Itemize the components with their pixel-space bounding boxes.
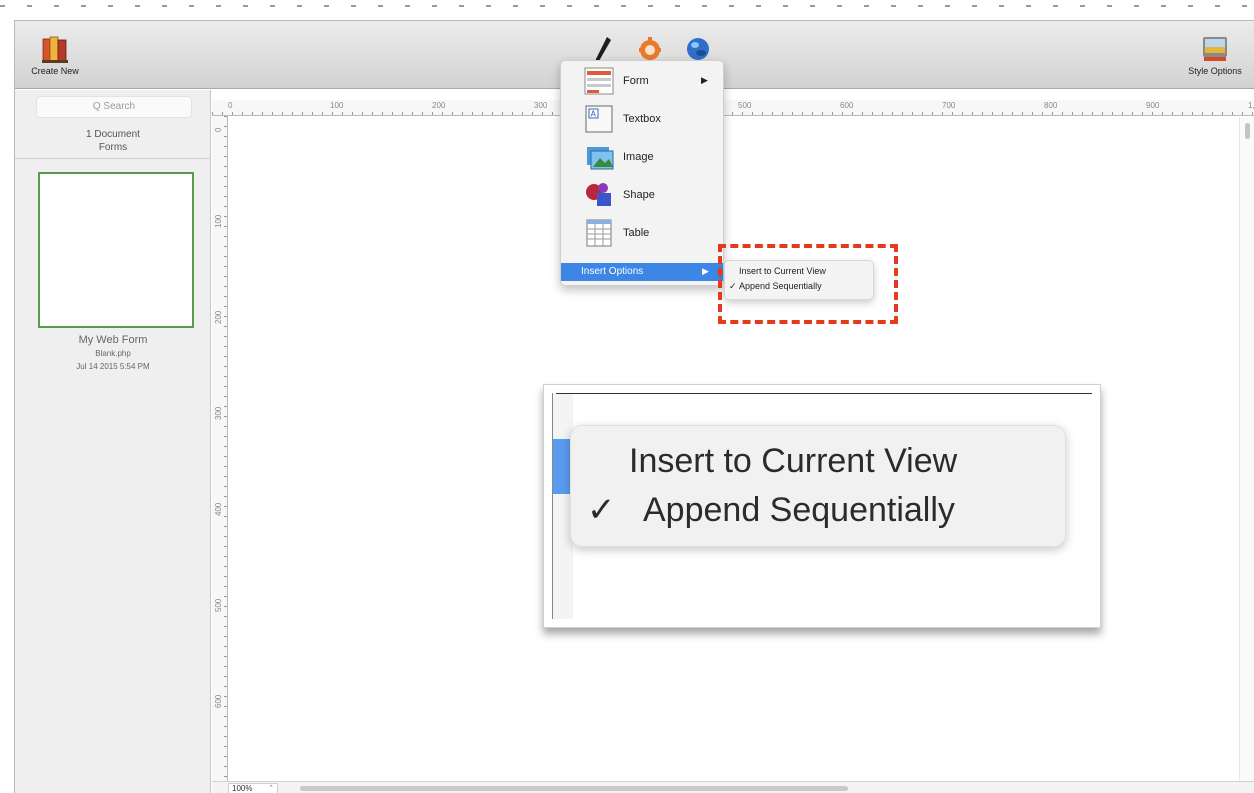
form-icon xyxy=(584,67,614,95)
menu-item-label: Form xyxy=(623,75,649,87)
image-icon xyxy=(587,147,614,170)
document-date: Jul 14 2015 5:54 PM xyxy=(76,362,150,371)
ruler-tick-label: 300 xyxy=(534,101,548,110)
callout-highlight-box xyxy=(718,244,898,324)
menu-item-textbox[interactable]: A Textbox xyxy=(561,101,723,137)
submenu-arrow-icon: ▶ xyxy=(701,75,708,85)
create-new-label: Create New xyxy=(31,66,79,76)
vertical-scroll-thumb[interactable] xyxy=(1245,123,1250,139)
menu-item-label: Image xyxy=(623,151,654,163)
horizontal-ruler: 01002003004005006007008009001,000 xyxy=(212,100,1254,116)
sidebar-divider xyxy=(15,158,211,159)
document-name: My Web Form xyxy=(78,334,148,346)
checkmark-icon: ✓ xyxy=(587,491,616,529)
menu-item-label: Shape xyxy=(623,189,655,201)
vertical-ruler: 0 100 200 300 400 500 600 xyxy=(212,116,228,792)
table-icon xyxy=(586,219,612,247)
ruler-tick-label: 200 xyxy=(214,310,223,324)
search-placeholder: Q Search xyxy=(92,101,136,112)
ruler-tick-label: 900 xyxy=(1146,101,1160,110)
document-count: 1 Document Forms xyxy=(15,128,211,154)
insert-options-label: Insert Options xyxy=(581,266,644,277)
textbox-icon: A xyxy=(585,105,613,133)
document-thumbnail[interactable] xyxy=(38,172,194,328)
insert-menu: Form ▶ A Textbox Image Shape Table Inser… xyxy=(560,60,724,286)
ruler-tick-label: 0 xyxy=(214,127,223,132)
callout-edge-line xyxy=(556,393,1092,394)
ruler-tick-label: 500 xyxy=(214,598,223,612)
zoom-value: 100% xyxy=(232,784,253,793)
gear-icon[interactable] xyxy=(637,35,663,63)
horizontal-scrollbar[interactable] xyxy=(300,786,848,791)
ruler-tick-label: 300 xyxy=(214,406,223,420)
status-bar: 100% ⌃ xyxy=(212,781,1254,793)
shape-icon xyxy=(586,183,611,206)
menu-item-table[interactable]: Table xyxy=(561,215,723,251)
submenu-arrow-icon: ▶ xyxy=(702,266,709,276)
document-count-label: 1 Document xyxy=(86,129,140,140)
ruler-tick-label: 200 xyxy=(432,101,446,110)
zoomed-callout: Insert to Current View ✓ Append Sequentia… xyxy=(543,384,1101,628)
create-new-button[interactable]: Create New xyxy=(25,35,85,76)
ruler-tick-label: 600 xyxy=(840,101,854,110)
ruler-tick-label: 800 xyxy=(1044,101,1058,110)
menu-item-label: Table xyxy=(623,227,650,239)
menu-item-label: Textbox xyxy=(623,113,661,125)
stepper-icon: ⌃ xyxy=(268,785,274,792)
books-icon xyxy=(42,36,68,63)
menu-item-shape[interactable]: Shape xyxy=(561,177,723,213)
globe-icon[interactable] xyxy=(685,35,711,63)
menu-item-form[interactable]: Form ▶ xyxy=(561,63,723,99)
ruler-tick-label: 500 xyxy=(738,101,752,110)
zoomed-item-label: Insert to Current View xyxy=(629,442,958,480)
zoomed-item-append-sequentially: ✓ Append Sequentially xyxy=(587,490,955,530)
search-input[interactable]: Q Search xyxy=(36,96,192,118)
ruler-tick-label: 700 xyxy=(942,101,956,110)
svg-text:A: A xyxy=(591,110,597,119)
zoom-select[interactable]: 100% ⌃ xyxy=(228,783,278,793)
document-category: Forms xyxy=(98,142,128,153)
style-options-button[interactable]: Style Options xyxy=(1177,35,1253,76)
zoomed-item-label: Append Sequentially xyxy=(643,491,955,529)
zoomed-item-insert-to-current-view: Insert to Current View xyxy=(629,442,957,481)
ruler-tick-label: 0 xyxy=(228,101,233,110)
document-file: Blank.php xyxy=(95,349,131,358)
vertical-scrollbar[interactable] xyxy=(1239,117,1254,781)
style-options-label: Style Options xyxy=(1188,66,1242,76)
ruler-tick-label: 1,000 xyxy=(1248,101,1254,110)
style-palette-icon xyxy=(1203,37,1227,61)
menu-item-insert-options[interactable]: Insert Options ▶ xyxy=(561,263,723,281)
ruler-tick-label: 100 xyxy=(214,214,223,228)
ruler-tick-label: 600 xyxy=(214,694,223,708)
ruler-tick-label: 100 xyxy=(330,101,344,110)
sidebar: Q Search 1 Document Forms My Web Form Bl… xyxy=(15,90,211,793)
screenshot-stage: Create New Style Options Q Search 1 Docu… xyxy=(0,0,1254,793)
ruler-tick-label: 400 xyxy=(214,502,223,516)
zoomed-submenu: Insert to Current View ✓ Append Sequentia… xyxy=(570,425,1066,547)
menu-item-image[interactable]: Image xyxy=(561,139,723,175)
dashed-top-border xyxy=(0,5,1254,7)
document-meta: My Web Form Blank.php Jul 14 2015 5:54 P… xyxy=(15,333,211,373)
